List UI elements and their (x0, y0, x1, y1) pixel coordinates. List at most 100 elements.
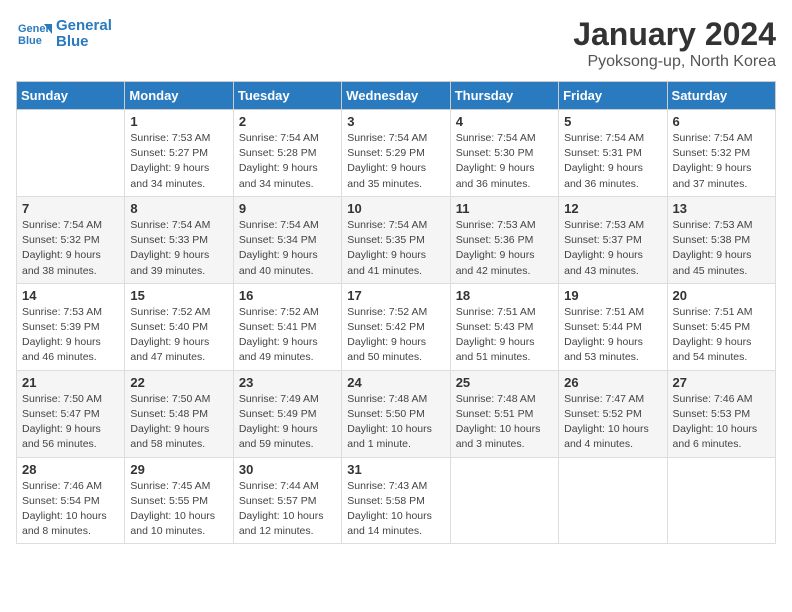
day-number: 15 (130, 288, 227, 303)
day-info: Sunrise: 7:54 AMSunset: 5:30 PMDaylight:… (456, 131, 553, 192)
day-number: 3 (347, 114, 444, 129)
day-number: 2 (239, 114, 336, 129)
day-number: 24 (347, 375, 444, 390)
day-info: Sunrise: 7:54 AMSunset: 5:28 PMDaylight:… (239, 131, 336, 192)
calendar-cell: 8 Sunrise: 7:54 AMSunset: 5:33 PMDaylight… (125, 196, 233, 283)
day-number: 27 (673, 375, 770, 390)
page-header: General Blue GeneralBlue January 2024 Py… (16, 16, 776, 71)
svg-text:Blue: Blue (18, 35, 42, 47)
calendar-cell: 24 Sunrise: 7:48 AMSunset: 5:50 PMDayligh… (342, 370, 450, 457)
day-number: 21 (22, 375, 119, 390)
calendar-cell: 16Sunrise: 7:52 AMSunset: 5:41 PMDayligh… (233, 283, 341, 370)
calendar-cell: 27 Sunrise: 7:46 AMSunset: 5:53 PMDayligh… (667, 370, 775, 457)
logo: General Blue GeneralBlue (16, 16, 112, 52)
day-info: Sunrise: 7:51 AMSunset: 5:45 PMDaylight:… (673, 305, 770, 366)
calendar-cell: 28Sunrise: 7:46 AMSunset: 5:54 PMDayligh… (17, 457, 125, 544)
day-number: 11 (456, 201, 553, 216)
calendar-cell: 17 Sunrise: 7:52 AMSunset: 5:42 PMDayligh… (342, 283, 450, 370)
calendar-cell (17, 110, 125, 197)
calendar-cell: 19 Sunrise: 7:51 AMSunset: 5:44 PMDayligh… (559, 283, 667, 370)
day-of-week-header: Sunday (17, 82, 125, 110)
day-number: 9 (239, 201, 336, 216)
day-info: Sunrise: 7:48 AMSunset: 5:50 PMDaylight:… (347, 392, 444, 453)
day-number: 1 (130, 114, 227, 129)
day-number: 13 (673, 201, 770, 216)
calendar-cell: 5 Sunrise: 7:54 AMSunset: 5:31 PMDaylight… (559, 110, 667, 197)
day-number: 10 (347, 201, 444, 216)
calendar-week-row: 28Sunrise: 7:46 AMSunset: 5:54 PMDayligh… (17, 457, 776, 544)
day-number: 12 (564, 201, 661, 216)
day-number: 14 (22, 288, 119, 303)
calendar-week-row: 1Sunrise: 7:53 AMSunset: 5:27 PMDaylight… (17, 110, 776, 197)
day-number: 17 (347, 288, 444, 303)
day-info: Sunrise: 7:54 AMSunset: 5:34 PMDaylight:… (239, 218, 336, 279)
day-number: 19 (564, 288, 661, 303)
day-number: 4 (456, 114, 553, 129)
calendar-week-row: 14Sunrise: 7:53 AMSunset: 5:39 PMDayligh… (17, 283, 776, 370)
day-number: 22 (130, 375, 227, 390)
calendar-cell: 2 Sunrise: 7:54 AMSunset: 5:28 PMDaylight… (233, 110, 341, 197)
day-info: Sunrise: 7:51 AMSunset: 5:43 PMDaylight:… (456, 305, 553, 366)
day-info: Sunrise: 7:44 AMSunset: 5:57 PMDaylight:… (239, 479, 336, 540)
day-number: 6 (673, 114, 770, 129)
day-number: 7 (22, 201, 119, 216)
day-info: Sunrise: 7:54 AMSunset: 5:29 PMDaylight:… (347, 131, 444, 192)
calendar-cell: 29 Sunrise: 7:45 AMSunset: 5:55 PMDayligh… (125, 457, 233, 544)
header-row: SundayMondayTuesdayWednesdayThursdayFrid… (17, 82, 776, 110)
title-block: January 2024 Pyoksong-up, North Korea (573, 16, 776, 71)
day-info: Sunrise: 7:50 AMSunset: 5:47 PMDaylight:… (22, 392, 119, 453)
calendar-cell (559, 457, 667, 544)
day-number: 18 (456, 288, 553, 303)
day-info: Sunrise: 7:54 AMSunset: 5:32 PMDaylight:… (22, 218, 119, 279)
calendar-cell: 18 Sunrise: 7:51 AMSunset: 5:43 PMDayligh… (450, 283, 558, 370)
calendar-cell: 14Sunrise: 7:53 AMSunset: 5:39 PMDayligh… (17, 283, 125, 370)
calendar-cell: 13Sunrise: 7:53 AMSunset: 5:38 PMDayligh… (667, 196, 775, 283)
day-number: 20 (673, 288, 770, 303)
day-number: 31 (347, 462, 444, 477)
day-info: Sunrise: 7:47 AMSunset: 5:52 PMDaylight:… (564, 392, 661, 453)
day-info: Sunrise: 7:50 AMSunset: 5:48 PMDaylight:… (130, 392, 227, 453)
logo-icon: General Blue (16, 16, 52, 52)
calendar-cell: 11Sunrise: 7:53 AMSunset: 5:36 PMDayligh… (450, 196, 558, 283)
day-of-week-header: Saturday (667, 82, 775, 110)
calendar-cell: 15 Sunrise: 7:52 AMSunset: 5:40 PMDayligh… (125, 283, 233, 370)
day-info: Sunrise: 7:54 AMSunset: 5:33 PMDaylight:… (130, 218, 227, 279)
day-of-week-header: Wednesday (342, 82, 450, 110)
calendar-cell: 7 Sunrise: 7:54 AMSunset: 5:32 PMDaylight… (17, 196, 125, 283)
logo-text: GeneralBlue (56, 18, 112, 51)
calendar-table: SundayMondayTuesdayWednesdayThursdayFrid… (16, 81, 776, 544)
day-info: Sunrise: 7:43 AMSunset: 5:58 PMDaylight:… (347, 479, 444, 540)
calendar-cell: 25 Sunrise: 7:48 AMSunset: 5:51 PMDayligh… (450, 370, 558, 457)
calendar-cell: 31 Sunrise: 7:43 AMSunset: 5:58 PMDayligh… (342, 457, 450, 544)
day-number: 8 (130, 201, 227, 216)
day-info: Sunrise: 7:52 AMSunset: 5:40 PMDaylight:… (130, 305, 227, 366)
day-info: Sunrise: 7:48 AMSunset: 5:51 PMDaylight:… (456, 392, 553, 453)
calendar-cell: 9 Sunrise: 7:54 AMSunset: 5:34 PMDaylight… (233, 196, 341, 283)
day-info: Sunrise: 7:52 AMSunset: 5:42 PMDaylight:… (347, 305, 444, 366)
calendar-cell: 21 Sunrise: 7:50 AMSunset: 5:47 PMDayligh… (17, 370, 125, 457)
calendar-cell: 6Sunrise: 7:54 AMSunset: 5:32 PMDaylight… (667, 110, 775, 197)
day-info: Sunrise: 7:49 AMSunset: 5:49 PMDaylight:… (239, 392, 336, 453)
day-of-week-header: Friday (559, 82, 667, 110)
location-subtitle: Pyoksong-up, North Korea (573, 53, 776, 71)
day-number: 28 (22, 462, 119, 477)
day-info: Sunrise: 7:46 AMSunset: 5:53 PMDaylight:… (673, 392, 770, 453)
month-title: January 2024 (573, 16, 776, 53)
calendar-cell: 12 Sunrise: 7:53 AMSunset: 5:37 PMDayligh… (559, 196, 667, 283)
calendar-header: SundayMondayTuesdayWednesdayThursdayFrid… (17, 82, 776, 110)
day-number: 16 (239, 288, 336, 303)
day-info: Sunrise: 7:54 AMSunset: 5:31 PMDaylight:… (564, 131, 661, 192)
day-info: Sunrise: 7:54 AMSunset: 5:35 PMDaylight:… (347, 218, 444, 279)
day-info: Sunrise: 7:53 AMSunset: 5:37 PMDaylight:… (564, 218, 661, 279)
calendar-cell: 26Sunrise: 7:47 AMSunset: 5:52 PMDayligh… (559, 370, 667, 457)
day-info: Sunrise: 7:45 AMSunset: 5:55 PMDaylight:… (130, 479, 227, 540)
day-number: 25 (456, 375, 553, 390)
day-info: Sunrise: 7:51 AMSunset: 5:44 PMDaylight:… (564, 305, 661, 366)
day-number: 29 (130, 462, 227, 477)
calendar-cell: 23Sunrise: 7:49 AMSunset: 5:49 PMDayligh… (233, 370, 341, 457)
calendar-cell: 22 Sunrise: 7:50 AMSunset: 5:48 PMDayligh… (125, 370, 233, 457)
day-number: 5 (564, 114, 661, 129)
calendar-cell: 20 Sunrise: 7:51 AMSunset: 5:45 PMDayligh… (667, 283, 775, 370)
calendar-cell: 30Sunrise: 7:44 AMSunset: 5:57 PMDayligh… (233, 457, 341, 544)
calendar-cell: 4 Sunrise: 7:54 AMSunset: 5:30 PMDaylight… (450, 110, 558, 197)
